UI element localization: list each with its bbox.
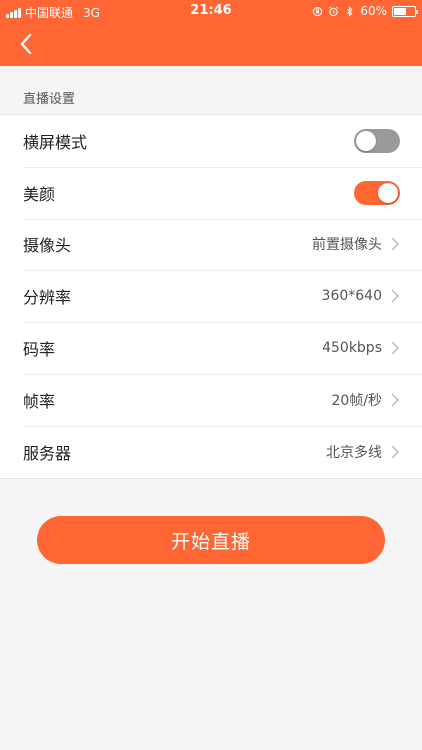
landscape-mode-label: 横屏模式 (23, 132, 88, 152)
bitrate-label: 码率 (23, 340, 56, 360)
server-row[interactable]: 服务器 北京多线 (0, 425, 422, 478)
battery-icon (392, 5, 418, 17)
camera-value: 前置摄像头 (312, 237, 382, 254)
resolution-value: 360*640 (321, 288, 382, 305)
battery-percent: 60% (360, 4, 387, 18)
framerate-value: 20帧/秒 (331, 392, 382, 409)
bitrate-value: 450kbps (322, 340, 382, 357)
rotation-lock-icon (313, 6, 323, 16)
toggle-knob (378, 182, 398, 203)
nav-bar (0, 22, 422, 66)
resolution-row[interactable]: 分辨率 360*640 (0, 270, 422, 322)
settings-list: 横屏模式 美颜 摄像头 前置摄像头 分辨率 360*640 码率 450kbps… (0, 114, 422, 479)
chevron-right-icon (391, 445, 400, 459)
bluetooth-icon (347, 5, 353, 17)
beauty-label: 美颜 (23, 184, 56, 204)
bitrate-row[interactable]: 码率 450kbps (0, 322, 422, 374)
chevron-right-icon (391, 341, 400, 355)
toggle-knob (356, 130, 376, 151)
chevron-right-icon (391, 289, 400, 303)
status-right: 60% (312, 4, 418, 18)
status-bar: 中国联通 3G 21:46 60% (0, 0, 422, 22)
landscape-mode-toggle[interactable] (354, 128, 400, 153)
landscape-mode-row: 横屏模式 (0, 115, 422, 167)
beauty-row: 美颜 (0, 166, 422, 219)
chevron-right-icon (391, 393, 400, 407)
battery-level (394, 7, 406, 15)
resolution-label: 分辨率 (23, 288, 72, 308)
framerate-label: 帧率 (23, 391, 56, 411)
camera-label: 摄像头 (23, 236, 72, 256)
start-live-button[interactable]: 开始直播 (37, 516, 385, 564)
beauty-toggle[interactable] (354, 180, 400, 205)
back-button[interactable] (12, 30, 40, 58)
server-label: 服务器 (23, 443, 72, 463)
framerate-row[interactable]: 帧率 20帧/秒 (0, 373, 422, 426)
alarm-icon (329, 6, 339, 16)
section-title: 直播设置 (23, 92, 76, 107)
server-value: 北京多线 (326, 444, 382, 461)
chevron-left-icon (20, 33, 32, 55)
chevron-right-icon (391, 237, 400, 252)
camera-row[interactable]: 摄像头 前置摄像头 (0, 218, 422, 271)
